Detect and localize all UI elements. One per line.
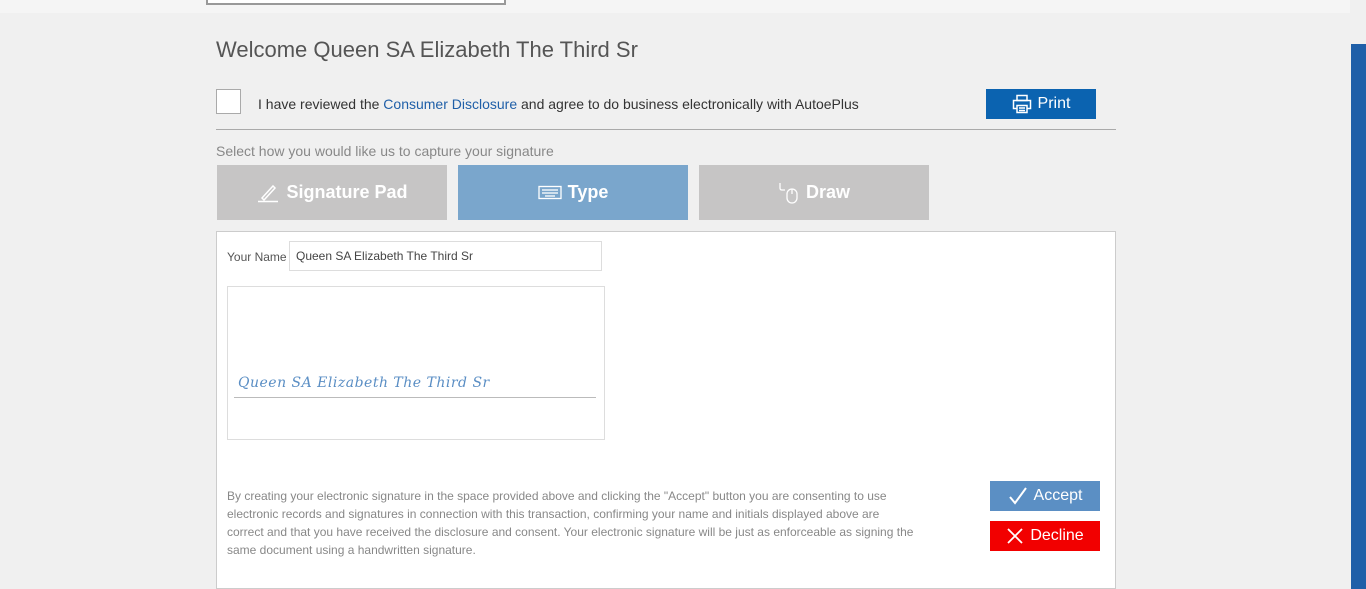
tab-signature-pad[interactable]: Signature Pad	[217, 165, 447, 220]
close-icon	[1006, 527, 1024, 545]
legal-disclaimer: By creating your electronic signature in…	[227, 489, 914, 557]
your-name-input[interactable]	[289, 241, 602, 271]
mouse-icon	[778, 181, 800, 205]
signature-preview-text: Queen SA Elizabeth The Third Sr	[238, 375, 490, 391]
tab-type-label: Type	[567, 182, 609, 202]
welcome-title: Welcome Queen SA Elizabeth The Third Sr	[216, 37, 638, 62]
consumer-disclosure-link[interactable]: Consumer Disclosure	[383, 96, 517, 112]
consent-row: I have reviewed the Consumer Disclosure …	[216, 89, 1116, 117]
consent-text-before: I have reviewed the	[258, 96, 384, 112]
signature-panel: Your Name Queen SA Elizabeth The Third S…	[216, 231, 1116, 589]
decline-button[interactable]: Decline	[990, 521, 1100, 551]
accept-label: Accept	[1033, 487, 1083, 504]
top-frame	[206, 0, 506, 5]
printer-icon	[1012, 94, 1032, 114]
capture-method-label: Select how you would like us to capture …	[216, 143, 554, 159]
signature-baseline	[234, 397, 596, 398]
divider	[216, 129, 1116, 130]
tab-type[interactable]: Type	[458, 165, 688, 220]
consent-checkbox[interactable]	[216, 89, 241, 114]
keyboard-icon	[538, 185, 562, 201]
decline-label: Decline	[1030, 527, 1084, 544]
scrollbar[interactable]	[1351, 44, 1366, 589]
signature-preview-box: Queen SA Elizabeth The Third Sr	[227, 286, 605, 440]
top-bar	[0, 0, 1350, 13]
pen-icon	[256, 183, 280, 203]
tab-signature-pad-label: Signature Pad	[286, 182, 408, 202]
consent-text: I have reviewed the Consumer Disclosure …	[258, 96, 859, 112]
accept-button[interactable]: Accept	[990, 481, 1100, 511]
checkmark-icon	[1008, 486, 1028, 506]
consent-text-after: and agree to do business electronically …	[517, 96, 859, 112]
print-button[interactable]: Print	[986, 89, 1096, 119]
print-label: Print	[1037, 95, 1071, 112]
tab-draw[interactable]: Draw	[699, 165, 929, 220]
your-name-label: Your Name	[227, 250, 287, 264]
tab-draw-label: Draw	[805, 182, 850, 202]
